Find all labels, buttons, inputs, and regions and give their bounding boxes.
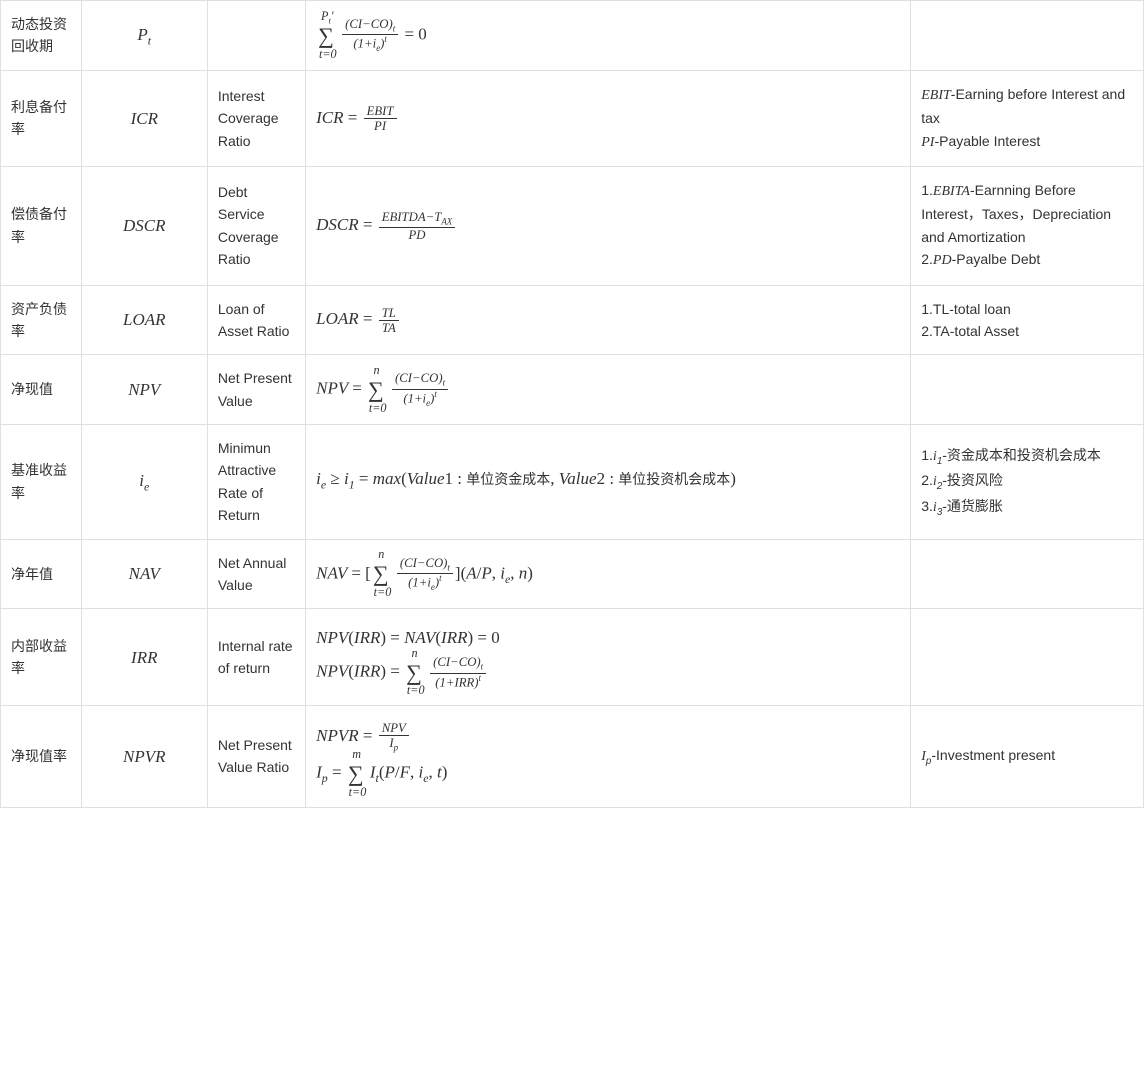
indicator-symbol: LOAR (81, 285, 207, 355)
indicator-english: Loan of Asset Ratio (207, 285, 305, 355)
indicator-symbol: DSCR (81, 166, 207, 285)
indicator-name: 净现值率 (1, 705, 82, 807)
table-row: 内部收益率IRRInternal rate of returnNPV(IRR) … (1, 609, 1144, 706)
indicator-name: 偿债备付率 (1, 166, 82, 285)
indicator-note: Ip-Investment present (911, 705, 1144, 807)
indicator-english (207, 1, 305, 71)
indicator-name: 净年值 (1, 539, 82, 609)
table-row: 净现值率NPVRNet Present Value RatioNPVR = NP… (1, 705, 1144, 807)
indicator-symbol: IRR (81, 609, 207, 706)
indicator-formula: NAV = [∑nt=0 (CI−CO)t(1+ie)t](A/P, ie, n… (306, 539, 911, 609)
table-row: 资产负债率LOARLoan of Asset RatioLOAR = TLTA1… (1, 285, 1144, 355)
table-row: 净年值NAVNet Annual ValueNAV = [∑nt=0 (CI−C… (1, 539, 1144, 609)
table-body: 动态投资回收期Pt∑Pt′t=0 (CI−CO)t(1+ie)t = 0利息备付… (1, 1, 1144, 808)
indicator-formula: NPV = ∑nt=0 (CI−CO)t(1+ie)t (306, 355, 911, 425)
indicator-note (911, 1, 1144, 71)
indicator-symbol: Pt (81, 1, 207, 71)
indicator-formula: ie ≥ i1 = max(Value1 : 单位资金成本, Value2 : … (306, 425, 911, 540)
table-row: 偿债备付率DSCRDebt Service Coverage RatioDSCR… (1, 166, 1144, 285)
indicator-formula: NPVR = NPVIpIp = ∑mt=0 It(P/F, ie, t) (306, 705, 911, 807)
indicator-symbol: ie (81, 425, 207, 540)
indicator-formula: LOAR = TLTA (306, 285, 911, 355)
indicator-name: 动态投资回收期 (1, 1, 82, 71)
indicator-note (911, 609, 1144, 706)
indicator-english: Minimun Attractive Rate of Return (207, 425, 305, 540)
indicator-note: 1.EBITA-Earnning Before Interest，Taxes，D… (911, 166, 1144, 285)
indicator-formula: ICR = EBITPI (306, 70, 911, 166)
indicator-name: 利息备付率 (1, 70, 82, 166)
indicator-symbol: ICR (81, 70, 207, 166)
indicator-symbol: NPV (81, 355, 207, 425)
indicator-note (911, 539, 1144, 609)
indicator-name: 净现值 (1, 355, 82, 425)
indicator-symbol: NPVR (81, 705, 207, 807)
table-row: 基准收益率ieMinimun Attractive Rate of Return… (1, 425, 1144, 540)
indicator-note: EBIT-Earning before Interest and taxPI-P… (911, 70, 1144, 166)
indicator-english: Net Present Value Ratio (207, 705, 305, 807)
indicator-english: Internal rate of return (207, 609, 305, 706)
table-row: 利息备付率ICRInterest Coverage RatioICR = EBI… (1, 70, 1144, 166)
indicator-english: Net Annual Value (207, 539, 305, 609)
indicator-formula: ∑Pt′t=0 (CI−CO)t(1+ie)t = 0 (306, 1, 911, 71)
financial-indicators-table: 动态投资回收期Pt∑Pt′t=0 (CI−CO)t(1+ie)t = 0利息备付… (0, 0, 1144, 808)
indicator-name: 基准收益率 (1, 425, 82, 540)
indicator-note (911, 355, 1144, 425)
indicator-english: Debt Service Coverage Ratio (207, 166, 305, 285)
table-row: 动态投资回收期Pt ∑Pt′t=0 (CI−CO)t(1+ie)t = 0 (1, 1, 1144, 71)
indicator-formula: NPV(IRR) = NAV(IRR) = 0NPV(IRR) = ∑nt=0 … (306, 609, 911, 706)
indicator-english: Interest Coverage Ratio (207, 70, 305, 166)
indicator-name: 资产负债率 (1, 285, 82, 355)
indicator-name: 内部收益率 (1, 609, 82, 706)
indicator-symbol: NAV (81, 539, 207, 609)
indicator-note: 1.i1-资金成本和投资机会成本2.i2-投资风险3.i3-通货膨胀 (911, 425, 1144, 540)
table-row: 净现值NPVNet Present ValueNPV = ∑nt=0 (CI−C… (1, 355, 1144, 425)
indicator-english: Net Present Value (207, 355, 305, 425)
formula-scroll-container[interactable]: ie ≥ i1 = max(Value1 : 单位资金成本, Value2 : … (316, 465, 900, 498)
indicator-formula: DSCR = EBITDA−TAXPD (306, 166, 911, 285)
indicator-note: 1.TL-total loan2.TA-total Asset (911, 285, 1144, 355)
